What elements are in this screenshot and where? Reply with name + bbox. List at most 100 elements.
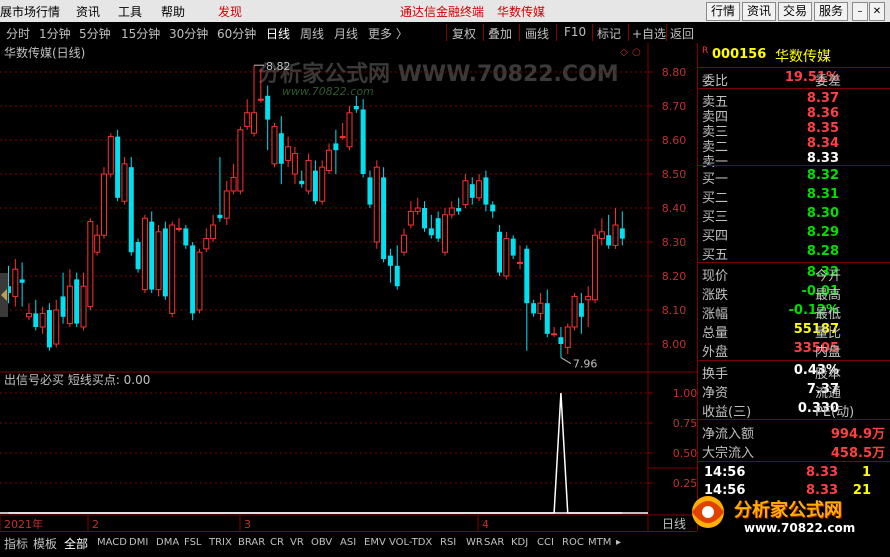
tabbar-scroll-right-icon[interactable]: ▸ [616, 537, 621, 548]
candle [100, 167, 107, 239]
buy-level-2[interactable]: 买二 8.31 [698, 186, 890, 206]
period-60min[interactable]: 60分钟 [217, 25, 256, 42]
kline-chart[interactable]: 分析家公式网 WWW.70822.COM www.70822.com 华数传媒(… [0, 43, 697, 531]
menu-bar: 展市场行情 资讯 工具 帮助 发现 通达信金融终端 华数传媒 行情 资讯 交易 … [0, 0, 890, 23]
indicator-tab-dmi[interactable]: DMI [129, 537, 148, 548]
menu-help[interactable]: 帮助 [161, 3, 185, 20]
candle-body [319, 166, 326, 202]
candle-body [60, 296, 66, 317]
indicator-tab-macd[interactable]: MACD [97, 537, 127, 548]
buy-level-1[interactable]: 买一 8.32 [698, 167, 890, 187]
indicator-tab-wr[interactable]: WR [466, 537, 483, 548]
f10-button[interactable]: F10 [564, 25, 586, 39]
service-button[interactable]: 服务 [814, 2, 848, 21]
candle-body [94, 234, 101, 253]
indicator-tab-vol-tdx[interactable]: VOL-TDX [389, 537, 432, 548]
row-label: 外盘 [702, 345, 729, 360]
indicator-tab-rsi[interactable]: RSI [440, 537, 456, 548]
row-label: 买三 [702, 210, 729, 225]
quote-row[interactable]: 涨幅 -0.12% 最低 [698, 302, 890, 322]
date-label: 4 [482, 518, 489, 531]
trade-button[interactable]: 交易 [778, 2, 812, 21]
period-intraday[interactable]: 分时 [6, 25, 30, 42]
mark-button[interactable]: 标记 [597, 25, 621, 42]
fundamental-row[interactable]: 净资 7.37 流通 [698, 381, 890, 401]
period-weekly[interactable]: 周线 [300, 25, 324, 42]
window-stock-name: 华数传媒 [497, 5, 546, 19]
menu-market[interactable]: 展市场行情 [0, 3, 60, 20]
close-icon[interactable]: ✕ [869, 2, 885, 21]
back-button[interactable]: 返回 [670, 25, 694, 42]
period-daily[interactable]: 日线 [266, 25, 290, 42]
indicator-tab-cr[interactable]: CR [270, 537, 284, 548]
indicator-tab-asi[interactable]: ASI [340, 537, 356, 548]
overlay-button[interactable]: 叠加 [488, 25, 512, 42]
period-1min[interactable]: 1分钟 [39, 25, 71, 42]
period-more[interactable]: 更多 〉 [368, 25, 408, 42]
menu-discover[interactable]: 发现 [218, 3, 242, 20]
indicator-tab-模板[interactable]: 模板 [33, 535, 57, 552]
chart-close-icon[interactable]: ○ [632, 47, 641, 58]
price-tick-label: 8.60 [662, 134, 687, 147]
indicator-tab-cci[interactable]: CCI [537, 537, 554, 548]
restore-rights-button[interactable]: 复权 [452, 25, 476, 42]
candle [162, 221, 168, 300]
indicator-tab-mtm[interactable]: MTM [588, 537, 611, 548]
indicator-tab-kdj[interactable]: KDJ [511, 537, 528, 548]
candle-body [128, 167, 134, 253]
row-value: 8.34 [806, 136, 839, 151]
candle-body [278, 133, 284, 164]
quote-panel: R 000156 华数传媒 委比 19.51% 委差 卖五 8.37 卖四 8.36 卖… [697, 43, 890, 531]
buy-level-3[interactable]: 买三 8.30 [698, 205, 890, 225]
indicator-tab-fsl[interactable]: FSL [184, 537, 202, 548]
toolbar-separator [519, 24, 520, 41]
quote-row[interactable]: 涨跌 -0.01 最高 [698, 283, 890, 303]
date-label: 2021年 [4, 517, 43, 531]
indicator-tab-指标[interactable]: 指标 [4, 535, 28, 552]
draw-line-button[interactable]: 画线 [525, 25, 549, 42]
indicator-tab-vr[interactable]: VR [290, 537, 304, 548]
quote-row[interactable]: 外盘 33505 内盘 [698, 340, 890, 360]
indicator-tab-roc[interactable]: ROC [562, 537, 584, 548]
indicator-tab-brar[interactable]: BRAR [238, 537, 265, 548]
candle [107, 133, 114, 178]
quote-row[interactable]: 总量 55187 量比 [698, 321, 890, 341]
period-30min[interactable]: 30分钟 [169, 25, 208, 42]
period-5min[interactable]: 5分钟 [79, 25, 111, 42]
candle-body [448, 207, 455, 216]
candle-body [564, 326, 571, 348]
chart-diamond-icon[interactable]: ◇ [620, 47, 628, 58]
indicator-tab-全部[interactable]: 全部 [64, 535, 88, 552]
indicator-tab-obv[interactable]: OBV [311, 537, 332, 548]
period-toolbar: 分时 1分钟 5分钟 15分钟 30分钟 60分钟 日线 周线 月线 更多 〉 … [0, 22, 890, 44]
indicator-tab-sar[interactable]: SAR [484, 537, 504, 548]
row-label-secondary: 内盘 [815, 345, 842, 360]
menu-tools[interactable]: 工具 [118, 3, 142, 20]
indicator-tab-emv[interactable]: EMV [364, 537, 386, 548]
indicator-tab-dma[interactable]: DMA [156, 537, 179, 548]
period-15min[interactable]: 15分钟 [121, 25, 160, 42]
candle [196, 248, 203, 314]
date-axis-period: 日线 [662, 517, 686, 531]
candle-body [592, 234, 599, 301]
candle-body [333, 143, 339, 151]
row-label: 涨幅 [702, 307, 729, 322]
row-label: 现价 [702, 269, 729, 284]
indicator-tab-trix[interactable]: TRIX [209, 537, 232, 548]
period-monthly[interactable]: 月线 [334, 25, 358, 42]
menu-news[interactable]: 资讯 [76, 3, 100, 20]
candle-body [497, 231, 503, 273]
fundamental-row[interactable]: 收益(三) 0.330 PE(动) [698, 400, 890, 420]
candle [503, 231, 510, 280]
minimize-icon[interactable]: – [852, 2, 868, 21]
buy-level-4[interactable]: 买四 8.29 [698, 224, 890, 244]
quote-row[interactable]: 现价 8.32 今开 [698, 264, 890, 284]
add-watchlist-button[interactable]: +自选 [632, 25, 666, 42]
row-value: 994.9万 [830, 427, 885, 442]
news-button[interactable]: 资讯 [742, 2, 776, 21]
buy-level-5[interactable]: 买五 8.28 [698, 243, 890, 263]
fundamental-row[interactable]: 换手 0.43% 股本 [698, 362, 890, 382]
candle-body [312, 170, 318, 202]
candle-body [100, 173, 107, 236]
quote-button[interactable]: 行情 [706, 2, 740, 21]
